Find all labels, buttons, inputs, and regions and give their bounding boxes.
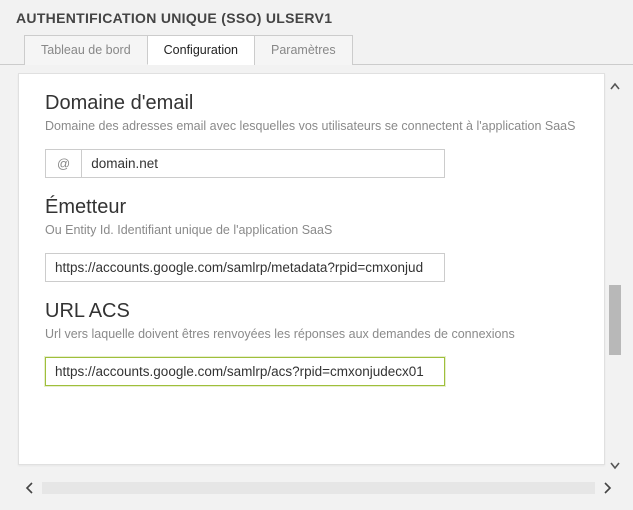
config-panel: Domaine d'email Domaine des adresses ema…: [18, 73, 605, 465]
title-prefix: AUTHENTIFICATION UNIQUE (SSO): [16, 10, 262, 26]
scroll-left-arrow-icon[interactable]: [20, 479, 40, 497]
tab-dashboard[interactable]: Tableau de bord: [24, 35, 148, 65]
vertical-scrollbar[interactable]: [607, 79, 623, 473]
vertical-scroll-track[interactable]: [607, 95, 623, 457]
section-issuer: Émetteur Ou Entity Id. Identifiant uniqu…: [45, 196, 578, 282]
email-domain-heading: Domaine d'email: [45, 92, 578, 115]
title-server: ULSERV1: [266, 10, 332, 26]
horizontal-scrollbar[interactable]: [20, 479, 617, 497]
page-title: AUTHENTIFICATION UNIQUE (SSO) ULSERV1: [0, 0, 633, 34]
email-domain-description: Domaine des adresses email avec lesquell…: [45, 118, 578, 135]
acs-description: Url vers laquelle doivent êtres renvoyée…: [45, 326, 578, 343]
scroll-down-arrow-icon[interactable]: [607, 457, 623, 473]
tab-parameters[interactable]: Paramètres: [254, 35, 353, 65]
horizontal-scroll-track[interactable]: [42, 482, 595, 494]
scroll-up-arrow-icon[interactable]: [607, 79, 623, 95]
at-sign-addon: @: [45, 149, 81, 178]
acs-heading: URL ACS: [45, 300, 578, 323]
acs-url-input[interactable]: [45, 357, 445, 386]
vertical-scroll-thumb[interactable]: [609, 285, 621, 355]
email-domain-input[interactable]: [81, 149, 445, 178]
section-acs-url: URL ACS Url vers laquelle doivent êtres …: [45, 300, 578, 386]
issuer-heading: Émetteur: [45, 196, 578, 219]
tab-configuration[interactable]: Configuration: [147, 35, 255, 65]
tab-bar: Tableau de bord Configuration Paramètres: [0, 34, 633, 65]
email-domain-input-group: @: [45, 149, 445, 178]
section-email-domain: Domaine d'email Domaine des adresses ema…: [45, 92, 578, 178]
scroll-right-arrow-icon[interactable]: [597, 479, 617, 497]
issuer-input[interactable]: [45, 253, 445, 282]
issuer-description: Ou Entity Id. Identifiant unique de l'ap…: [45, 222, 578, 239]
